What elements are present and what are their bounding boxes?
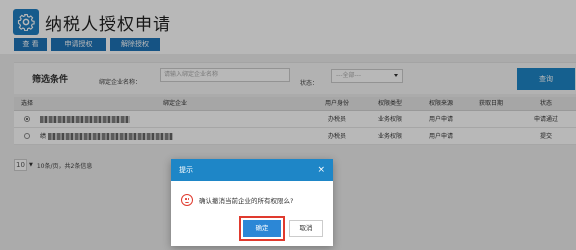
dialog-header: 提示 × xyxy=(171,159,333,181)
dialog-body: 确认撤消当前企业的所有权限么? xyxy=(181,194,293,206)
confirm-dialog: 提示 × 确认撤消当前企业的所有权限么? 确定 取消 xyxy=(171,159,333,246)
dialog-footer: 确定 取消 xyxy=(239,216,323,241)
dialog-message: 确认撤消当前企业的所有权限么? xyxy=(199,197,294,205)
dialog-title: 提示 xyxy=(179,166,193,174)
confirm-button[interactable]: 确定 xyxy=(239,216,285,241)
close-icon[interactable]: × xyxy=(317,159,325,181)
page: 纳税人授权申请 查 看 申请授权 解除授权 筛选条件 绑定企业名称： 请输入绑定… xyxy=(0,0,576,250)
cancel-button[interactable]: 取消 xyxy=(289,220,323,237)
sad-face-icon xyxy=(181,194,193,206)
